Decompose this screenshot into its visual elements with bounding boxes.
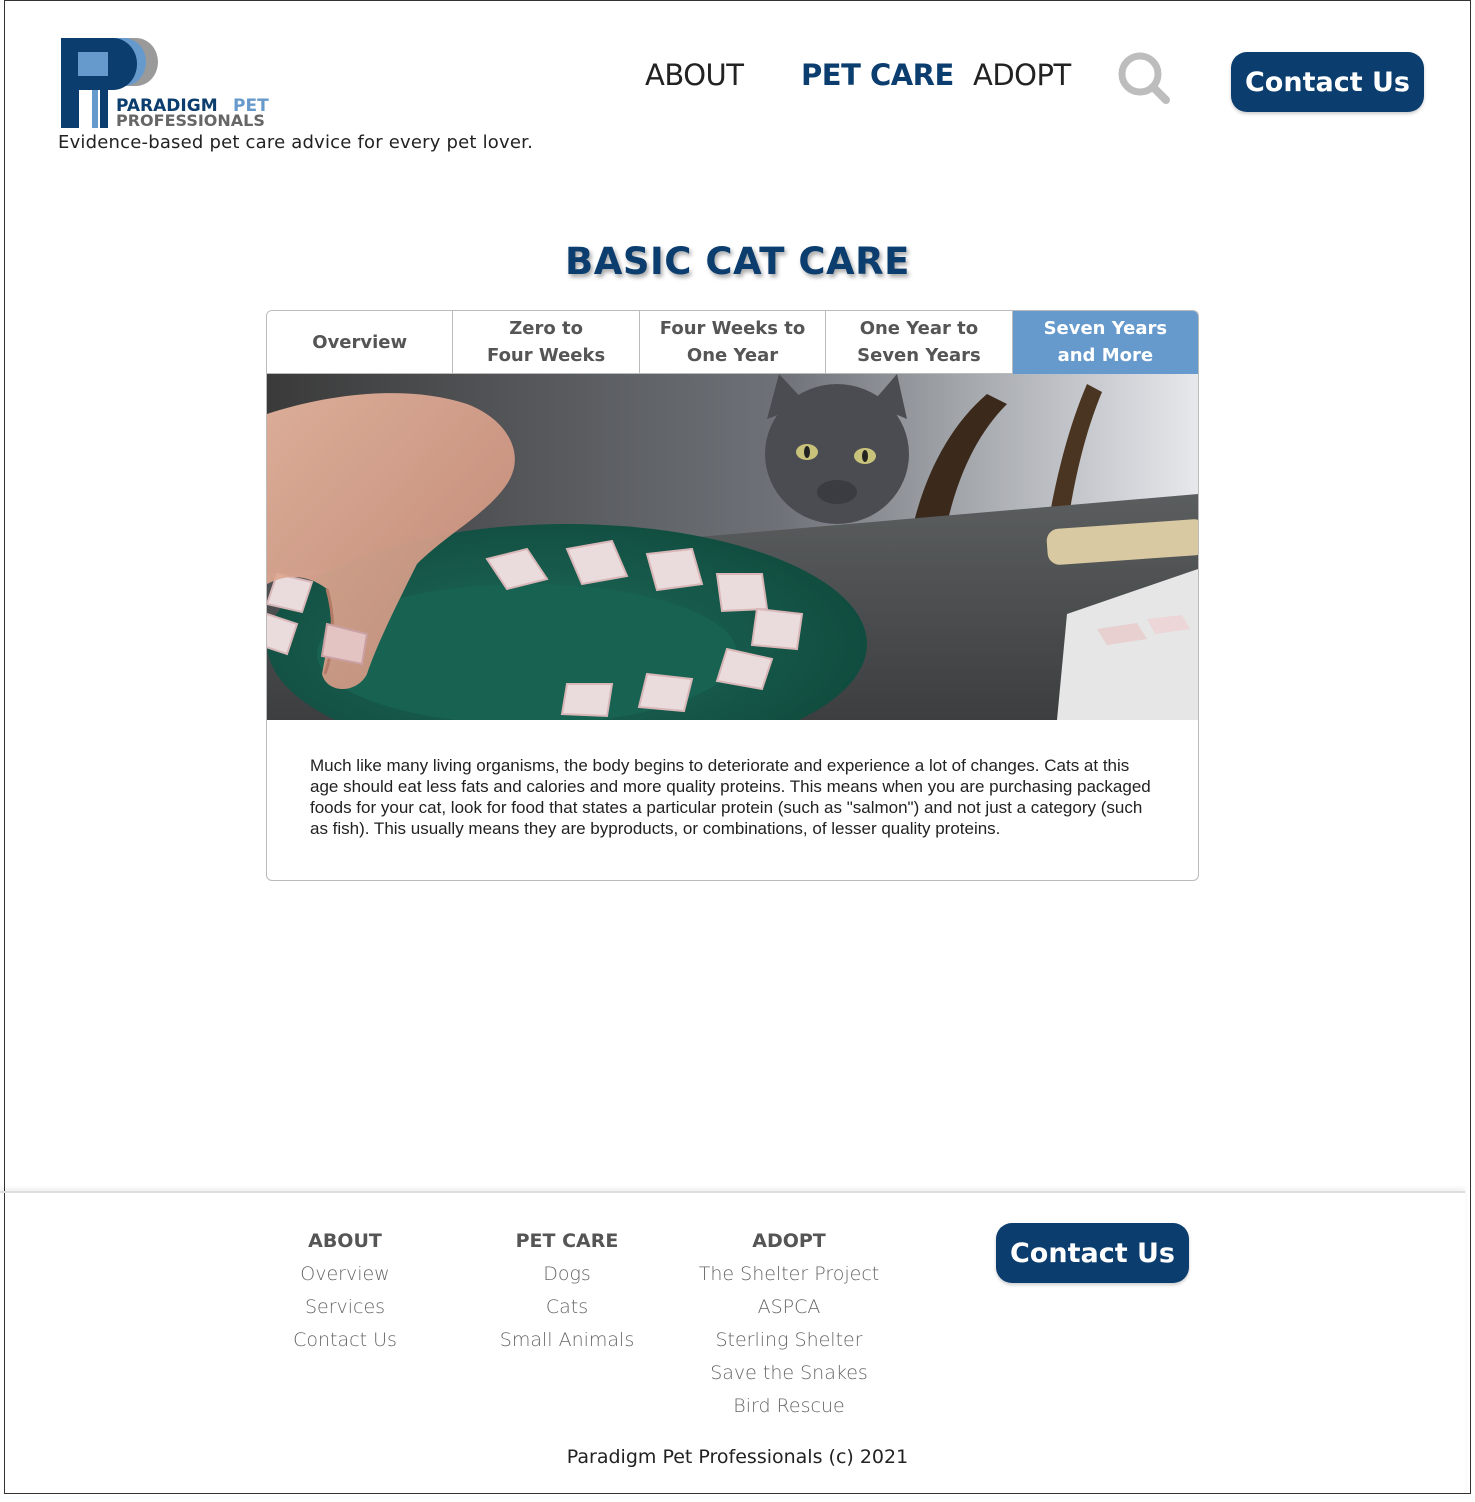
footer-heading-pet-care[interactable]: PET CARE	[457, 1230, 677, 1263]
paradigm-logo[interactable]: PARADIGM PET PROFESSIONALS	[58, 38, 278, 130]
tab-bar: Overview Zero to Four Weeks Four Weeks t…	[267, 311, 1198, 374]
footer-link-cats[interactable]: Cats	[457, 1296, 677, 1329]
footer-heading-about[interactable]: ABOUT	[235, 1230, 455, 1263]
footer-link-aspca[interactable]: ASPCA	[679, 1296, 899, 1329]
tab-one-year-to-seven-years[interactable]: One Year to Seven Years	[826, 311, 1013, 374]
footer-contact-us-button[interactable]: Contact Us	[996, 1223, 1189, 1283]
logo-text-line2: PROFESSIONALS	[116, 111, 265, 130]
contact-us-button[interactable]: Contact Us	[1231, 52, 1424, 112]
care-description: Much like many living organisms, the bod…	[310, 756, 1151, 838]
nav-about[interactable]: ABOUT	[645, 58, 744, 92]
footer-column-pet-care: PET CARE Dogs Cats Small Animals	[457, 1230, 677, 1362]
footer-link-overview[interactable]: Overview	[235, 1263, 455, 1296]
footer-link-small-animals[interactable]: Small Animals	[457, 1329, 677, 1362]
footer-link-dogs[interactable]: Dogs	[457, 1263, 677, 1296]
footer-link-services[interactable]: Services	[235, 1296, 455, 1329]
tab-four-weeks-to-one-year[interactable]: Four Weeks to One Year	[639, 311, 827, 374]
cat-feeding-photo	[267, 374, 1198, 720]
footer-heading-adopt[interactable]: ADOPT	[679, 1230, 899, 1263]
age-tabs-panel: Overview Zero to Four Weeks Four Weeks t…	[266, 310, 1199, 881]
footer-column-about: ABOUT Overview Services Contact Us	[235, 1230, 455, 1362]
footer-link-contact-us[interactable]: Contact Us	[235, 1329, 455, 1362]
nav-adopt[interactable]: ADOPT	[973, 58, 1071, 92]
footer-link-shelter-project[interactable]: The Shelter Project	[679, 1263, 899, 1296]
footer-link-save-the-snakes[interactable]: Save the Snakes	[679, 1362, 899, 1395]
copyright: Paradigm Pet Professionals (c) 2021	[566, 1446, 909, 1468]
tagline: Evidence-based pet care advice for every…	[58, 132, 534, 153]
footer-link-bird-rescue[interactable]: Bird Rescue	[679, 1395, 899, 1428]
search-icon[interactable]	[1116, 50, 1172, 106]
tab-seven-years-and-more[interactable]: Seven Years and More	[1012, 311, 1198, 374]
footer-link-sterling-shelter[interactable]: Sterling Shelter	[679, 1329, 899, 1362]
footer-column-adopt: ADOPT The Shelter Project ASPCA Sterling…	[679, 1230, 899, 1428]
tab-overview[interactable]: Overview	[267, 311, 454, 374]
nav-pet-care[interactable]: PET CARE	[801, 58, 954, 92]
page-title: BASIC CAT CARE	[565, 240, 910, 283]
tab-zero-to-four-weeks[interactable]: Zero to Four Weeks	[453, 311, 640, 374]
